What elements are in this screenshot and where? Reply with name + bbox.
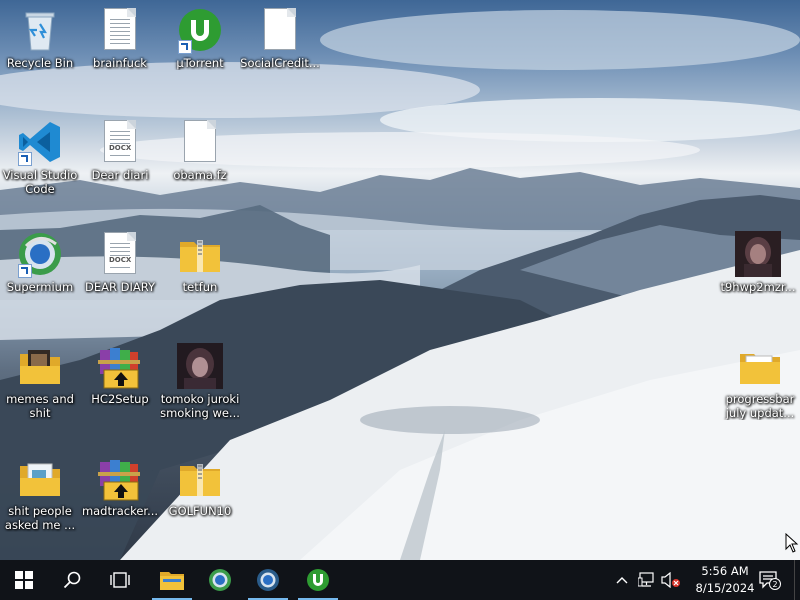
image-folder-icon <box>16 454 64 502</box>
desktop-icon-label: µTorrent <box>176 56 224 70</box>
network-icon <box>638 572 654 587</box>
taskbar-app-utorrent[interactable] <box>294 560 342 600</box>
mouse-cursor-icon <box>785 533 799 553</box>
desktop-icon-dear-diary[interactable]: DOCX DEAR DIARY <box>80 224 160 324</box>
desktop-icon-brainfuck[interactable]: brainfuck <box>80 0 160 100</box>
taskbar: 5:56 AM 8/15/2024 2 <box>0 560 800 600</box>
volume-muted-icon <box>661 572 680 588</box>
winrar-installer-icon <box>96 454 144 502</box>
desktop-icon-t9hwp2mzr[interactable]: t9hwp2mzr... <box>718 224 798 324</box>
desktop-icon-label: brainfuck <box>93 56 147 70</box>
desktop-icon-label: madtracker... <box>81 504 159 518</box>
shortcut-arrow-icon <box>18 152 32 166</box>
notification-icon: 2 <box>759 571 781 590</box>
docx-tag: DOCX <box>109 256 132 265</box>
docx-file-icon: DOCX <box>96 230 144 278</box>
desktop-icon-label: tetfun <box>182 280 218 294</box>
clock-time: 5:56 AM <box>701 564 749 578</box>
desktop-icon-label: memes and shit <box>6 392 74 420</box>
start-button[interactable] <box>0 560 48 600</box>
image-thumbnail-icon <box>176 342 224 390</box>
desktop-icon-label: Supermium <box>6 280 74 294</box>
desktop-icon-label: Visual Studio Code <box>2 168 78 196</box>
desktop-icon-shit-people[interactable]: shit people asked me ... <box>0 448 80 548</box>
desktop-icon-label: Dear diari <box>91 168 149 182</box>
desktop-icon-dear-diari[interactable]: DOCX Dear diari <box>80 112 160 212</box>
search-icon <box>63 571 81 589</box>
taskbar-clock[interactable]: 5:56 AM 8/15/2024 <box>694 563 756 597</box>
show-hidden-icons-button[interactable] <box>612 560 632 600</box>
taskbar-app-supermium-2[interactable] <box>244 560 292 600</box>
desktop-icon-label: DEAR DIARY <box>84 280 156 294</box>
volume-tray-button[interactable] <box>660 560 682 600</box>
desktop-icon-socialcredit[interactable]: SocialCredit... <box>240 0 320 100</box>
desktop-icon-utorrent[interactable]: µTorrent <box>160 0 240 100</box>
taskbar-app-file-explorer[interactable] <box>148 560 196 600</box>
network-tray-button[interactable] <box>636 560 658 600</box>
task-view-icon <box>110 572 130 588</box>
show-desktop-button[interactable] <box>794 560 800 600</box>
utorrent-icon <box>176 6 224 54</box>
search-button[interactable] <box>48 560 96 600</box>
desktop-icon-golfun10[interactable]: GOLFUN10 <box>160 448 240 548</box>
desktop-icon-label: shit people asked me ... <box>4 504 76 532</box>
desktop-icon-label: t9hwp2mzr... <box>720 280 796 294</box>
shortcut-arrow-icon <box>18 264 32 278</box>
action-center-button[interactable]: 2 <box>752 560 788 600</box>
desktop-icon-label: obama.fz <box>173 168 227 182</box>
taskbar-app-supermium-1[interactable] <box>196 560 244 600</box>
chevron-up-icon <box>616 577 628 584</box>
desktop-icon-label: HC2Setup <box>91 392 149 406</box>
desktop-icon-label: Recycle Bin <box>6 56 74 70</box>
recycle-bin-icon <box>16 6 64 54</box>
blank-file-icon <box>176 118 224 166</box>
desktop-icon-obama-fz[interactable]: obama.fz <box>160 112 240 212</box>
docx-file-icon: DOCX <box>96 118 144 166</box>
windows-logo-icon <box>15 571 33 589</box>
desktop-icon-label: SocialCredit... <box>240 56 320 70</box>
folder-icon <box>736 342 784 390</box>
folder-icon <box>160 572 184 590</box>
desktop-icon-tomoko[interactable]: tomoko juroki smoking we... <box>160 336 240 436</box>
clock-date: 8/15/2024 <box>695 581 755 595</box>
desktop-icon-recycle-bin[interactable]: Recycle Bin <box>0 0 80 100</box>
vscode-icon <box>16 118 64 166</box>
desktop-icon-label: tomoko juroki smoking we... <box>160 392 240 420</box>
desktop-icon-vscode[interactable]: Visual Studio Code <box>0 112 80 212</box>
zip-folder-icon <box>176 454 224 502</box>
desktop-icon-label: progressbar july updat... <box>725 392 795 420</box>
globe-icon <box>257 569 279 591</box>
utorrent-icon <box>307 569 329 591</box>
winrar-installer-icon <box>96 342 144 390</box>
image-thumbnail-icon <box>734 230 782 278</box>
desktop-icon-supermium[interactable]: Supermium <box>0 224 80 324</box>
globe-icon <box>209 569 231 591</box>
desktop-icon-memes-and-shit[interactable]: memes and shit <box>0 336 80 436</box>
blank-file-icon <box>256 6 304 54</box>
supermium-browser-icon <box>16 230 64 278</box>
text-file-icon <box>96 6 144 54</box>
notification-count: 2 <box>772 580 777 589</box>
desktop-icon-madtracker[interactable]: madtracker... <box>80 448 160 548</box>
shortcut-arrow-icon <box>178 40 192 54</box>
desktop-icon-hc2setup[interactable]: HC2Setup <box>80 336 160 436</box>
desktop-icon-progressbar[interactable]: progressbar july updat... <box>720 336 800 436</box>
desktop-icon-label: GOLFUN10 <box>168 504 232 518</box>
task-view-button[interactable] <box>96 560 144 600</box>
desktop-icon-tetfun[interactable]: tetfun <box>160 224 240 324</box>
docx-tag: DOCX <box>109 144 132 153</box>
image-folder-icon <box>16 342 64 390</box>
zip-folder-icon <box>176 230 224 278</box>
